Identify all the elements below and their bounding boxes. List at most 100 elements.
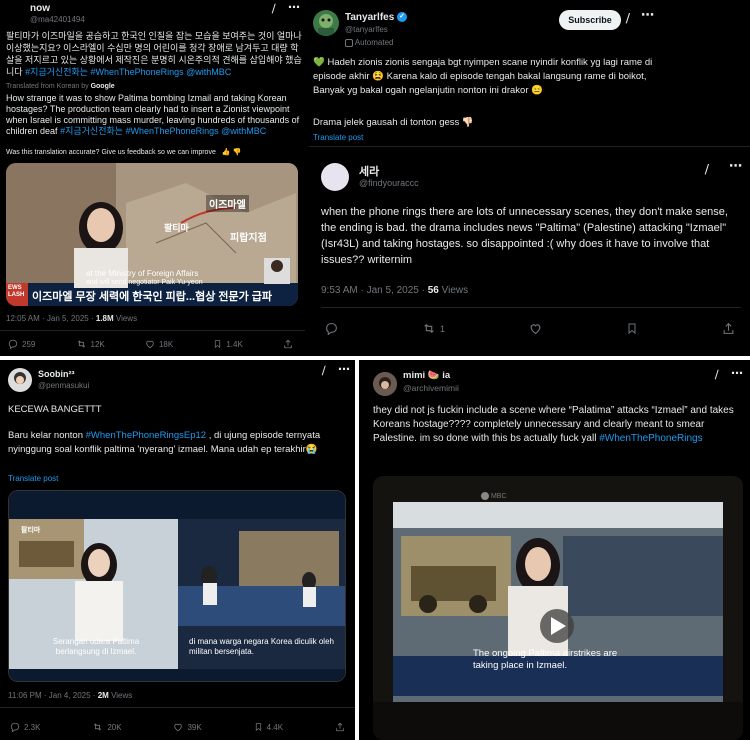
reply-button[interactable]: 259 bbox=[8, 339, 35, 349]
tweet-timestamp: 12:05 AM · Jan 5, 2025 · 1.8M Views bbox=[6, 314, 138, 323]
bookmark-button[interactable]: 4.4K bbox=[254, 722, 283, 732]
tweet-panel-1: now @ma42401494 ⧸ ⋯ 팔티마가 이즈마일을 공습하고 한국인 … bbox=[0, 0, 305, 356]
subscribe-button[interactable]: Subscribe bbox=[559, 10, 621, 30]
more-icon[interactable]: ⋯ bbox=[338, 362, 350, 376]
more-icon[interactable]: ⋯ bbox=[288, 0, 300, 14]
tweet-text-line-2: Baru kelar nonton #WhenThePhoneRingsEp12… bbox=[8, 430, 321, 455]
repost-button[interactable]: 1 bbox=[422, 322, 445, 335]
tweet-panel-2: Tanyarlfes ✓ @tanyarlfes Automated Subsc… bbox=[309, 0, 750, 356]
reply-icon bbox=[8, 339, 18, 349]
quoted-actions: 1 bbox=[325, 322, 735, 335]
author-handle[interactable]: @penmasukui bbox=[38, 381, 89, 390]
quoted-author-handle[interactable]: @findyouraccc bbox=[359, 178, 419, 188]
more-icon[interactable]: ⋯ bbox=[731, 366, 743, 380]
bookmark-icon bbox=[628, 323, 636, 335]
share-button[interactable] bbox=[283, 339, 293, 349]
translate-link[interactable]: Translate post bbox=[313, 133, 363, 142]
author-name[interactable]: Tanyarlfes ✓ bbox=[345, 12, 408, 23]
map-label-paltima: 팔티마 bbox=[164, 223, 189, 233]
grok-icon[interactable]: ⧸ bbox=[715, 370, 718, 381]
heart-icon bbox=[530, 324, 541, 335]
author-name[interactable]: mimi 🍉 ia bbox=[403, 370, 450, 381]
bookmark-icon bbox=[255, 723, 261, 732]
avatar[interactable] bbox=[8, 368, 32, 392]
quoted-tweet[interactable]: 세라 @findyouraccc ⧸ ⋯ when the phone ring… bbox=[309, 147, 750, 356]
share-button[interactable] bbox=[335, 722, 345, 732]
repost-button[interactable]: 12K bbox=[76, 339, 105, 349]
korean-hashtags[interactable]: #지금거신전화는 #WhenThePhoneRings @withMBC bbox=[25, 67, 231, 77]
bookmark-button[interactable]: 1.4K bbox=[213, 339, 243, 349]
map-label-paltima: 팔티마 bbox=[21, 527, 41, 534]
quoted-author-name[interactable]: 세라 bbox=[359, 163, 379, 179]
reply-icon bbox=[10, 722, 20, 732]
share-icon bbox=[723, 322, 734, 334]
avatar[interactable] bbox=[6, 4, 24, 22]
bookmark-button[interactable] bbox=[626, 322, 638, 335]
repost-icon bbox=[94, 723, 102, 731]
quoted-text: when the phone rings there are lots of u… bbox=[321, 206, 728, 266]
thumbs-up-icon[interactable]: 👍 bbox=[222, 149, 231, 156]
subtitle-line-2: and will send negotiator Paik Yu-yeon bbox=[86, 279, 203, 286]
thumbs-down-icon[interactable]: 👎 bbox=[232, 149, 241, 156]
tweet-actions: 2.3K 20K 39K 4.4K bbox=[10, 722, 345, 732]
subtitle-left: Serangan udara Paltima berlangsung di Iz… bbox=[52, 637, 140, 656]
tweet-media[interactable]: 이즈마엘 팔티마 피랍지점 at the Ministry of Foreign… bbox=[6, 163, 298, 306]
avatar[interactable] bbox=[373, 372, 397, 396]
translation-hashtags[interactable]: #지금거신전화는 #WhenThePhoneRings @withMBC bbox=[60, 126, 266, 136]
tweet-panel-4: mimi 🍉 ia @archivemimii ⧸ ⋯ they did not… bbox=[359, 360, 750, 740]
map-label-hostage: 피랍지점 bbox=[230, 233, 267, 244]
heart-icon bbox=[174, 723, 183, 732]
grok-icon[interactable]: ⧸ bbox=[272, 4, 275, 15]
like-button[interactable]: 39K bbox=[173, 722, 202, 732]
grok-icon[interactable]: ⧸ bbox=[322, 366, 325, 377]
bot-icon bbox=[345, 38, 353, 47]
translation-text: How strange it was to show Paltima bombi… bbox=[6, 93, 300, 136]
grok-icon[interactable]: ⧸ bbox=[626, 12, 630, 26]
reply-icon bbox=[326, 323, 337, 335]
mbc-logo-icon bbox=[481, 492, 489, 500]
tweet-media[interactable]: MBC The ongoing Paltima airstrikes are t… bbox=[373, 476, 743, 740]
translate-link[interactable]: Translate post bbox=[8, 474, 58, 483]
author-name[interactable]: Soobin²³ bbox=[38, 369, 75, 379]
tweet-text-line-1: KECEWA BANGETTT bbox=[8, 404, 102, 415]
tweet-timestamp: 11:06 PM · Jan 4, 2025 · 2M Views bbox=[8, 691, 133, 700]
quoted-timestamp: 9:53 AM · Jan 5, 2025 · 56 Views bbox=[321, 285, 469, 296]
like-button[interactable]: 18K bbox=[145, 339, 173, 349]
subtitle-right: di mana warga negara Korea diculik oleh … bbox=[189, 637, 334, 656]
like-button[interactable] bbox=[529, 322, 542, 335]
tweet-media[interactable]: 팔티마 Serangan udara Paltima berlangsung d… bbox=[8, 490, 346, 682]
tweet-text-korean: 팔티마가 이즈마일을 공습하고 한국인 인질을 잡는 모습을 보여주는 것이 얼… bbox=[6, 30, 302, 78]
more-icon[interactable]: ⋯ bbox=[729, 159, 742, 174]
repost-button[interactable]: 20K bbox=[92, 722, 122, 732]
share-button[interactable] bbox=[722, 322, 735, 335]
reply-button[interactable] bbox=[325, 322, 338, 335]
tweet-text-2: Drama jelek gausah di tonton gess 👎🏻 bbox=[313, 117, 474, 128]
author-handle[interactable]: @ma42401494 bbox=[30, 15, 85, 24]
mbc-logo: MBC bbox=[481, 492, 507, 500]
tweet-text: 💚 Hadeh zionis zionis sengaja bgt nyimpe… bbox=[313, 57, 653, 96]
automated-label: Automated bbox=[345, 38, 393, 47]
translated-from: Translated from Korean by Google bbox=[6, 83, 115, 90]
author-handle[interactable]: @archivemimii bbox=[403, 383, 459, 393]
author-handle[interactable]: @tanyarlfes bbox=[345, 25, 388, 34]
avatar[interactable] bbox=[313, 10, 339, 36]
heart-icon bbox=[146, 340, 154, 349]
hashtag-link[interactable]: #WhenThePhoneRingsEp12 bbox=[86, 430, 206, 441]
share-icon bbox=[336, 722, 344, 732]
repost-icon bbox=[77, 340, 85, 348]
tweet-text: they did not js fuckin include a scene w… bbox=[373, 405, 734, 444]
reply-button[interactable]: 2.3K bbox=[10, 722, 40, 732]
grok-icon[interactable]: ⧸ bbox=[705, 163, 709, 177]
bookmark-icon bbox=[215, 340, 221, 349]
avatar[interactable] bbox=[321, 163, 349, 191]
verified-badge-icon: ✓ bbox=[397, 12, 408, 23]
translation-feedback: Was this translation accurate? Give us f… bbox=[6, 149, 242, 156]
hashtag-link[interactable]: #WhenThePhoneRings bbox=[599, 433, 702, 444]
more-icon[interactable]: ⋯ bbox=[641, 8, 654, 23]
play-button[interactable] bbox=[540, 609, 574, 643]
ticker-flash: EWS LASH bbox=[8, 285, 25, 298]
news-ticker: 이즈마엘 무장 세력에 한국인 피랍...협상 전문가 급파 bbox=[32, 291, 273, 303]
repost-icon bbox=[424, 323, 434, 334]
author-name[interactable]: now bbox=[30, 3, 50, 14]
map-label-izmael: 이즈마엘 bbox=[206, 195, 249, 212]
